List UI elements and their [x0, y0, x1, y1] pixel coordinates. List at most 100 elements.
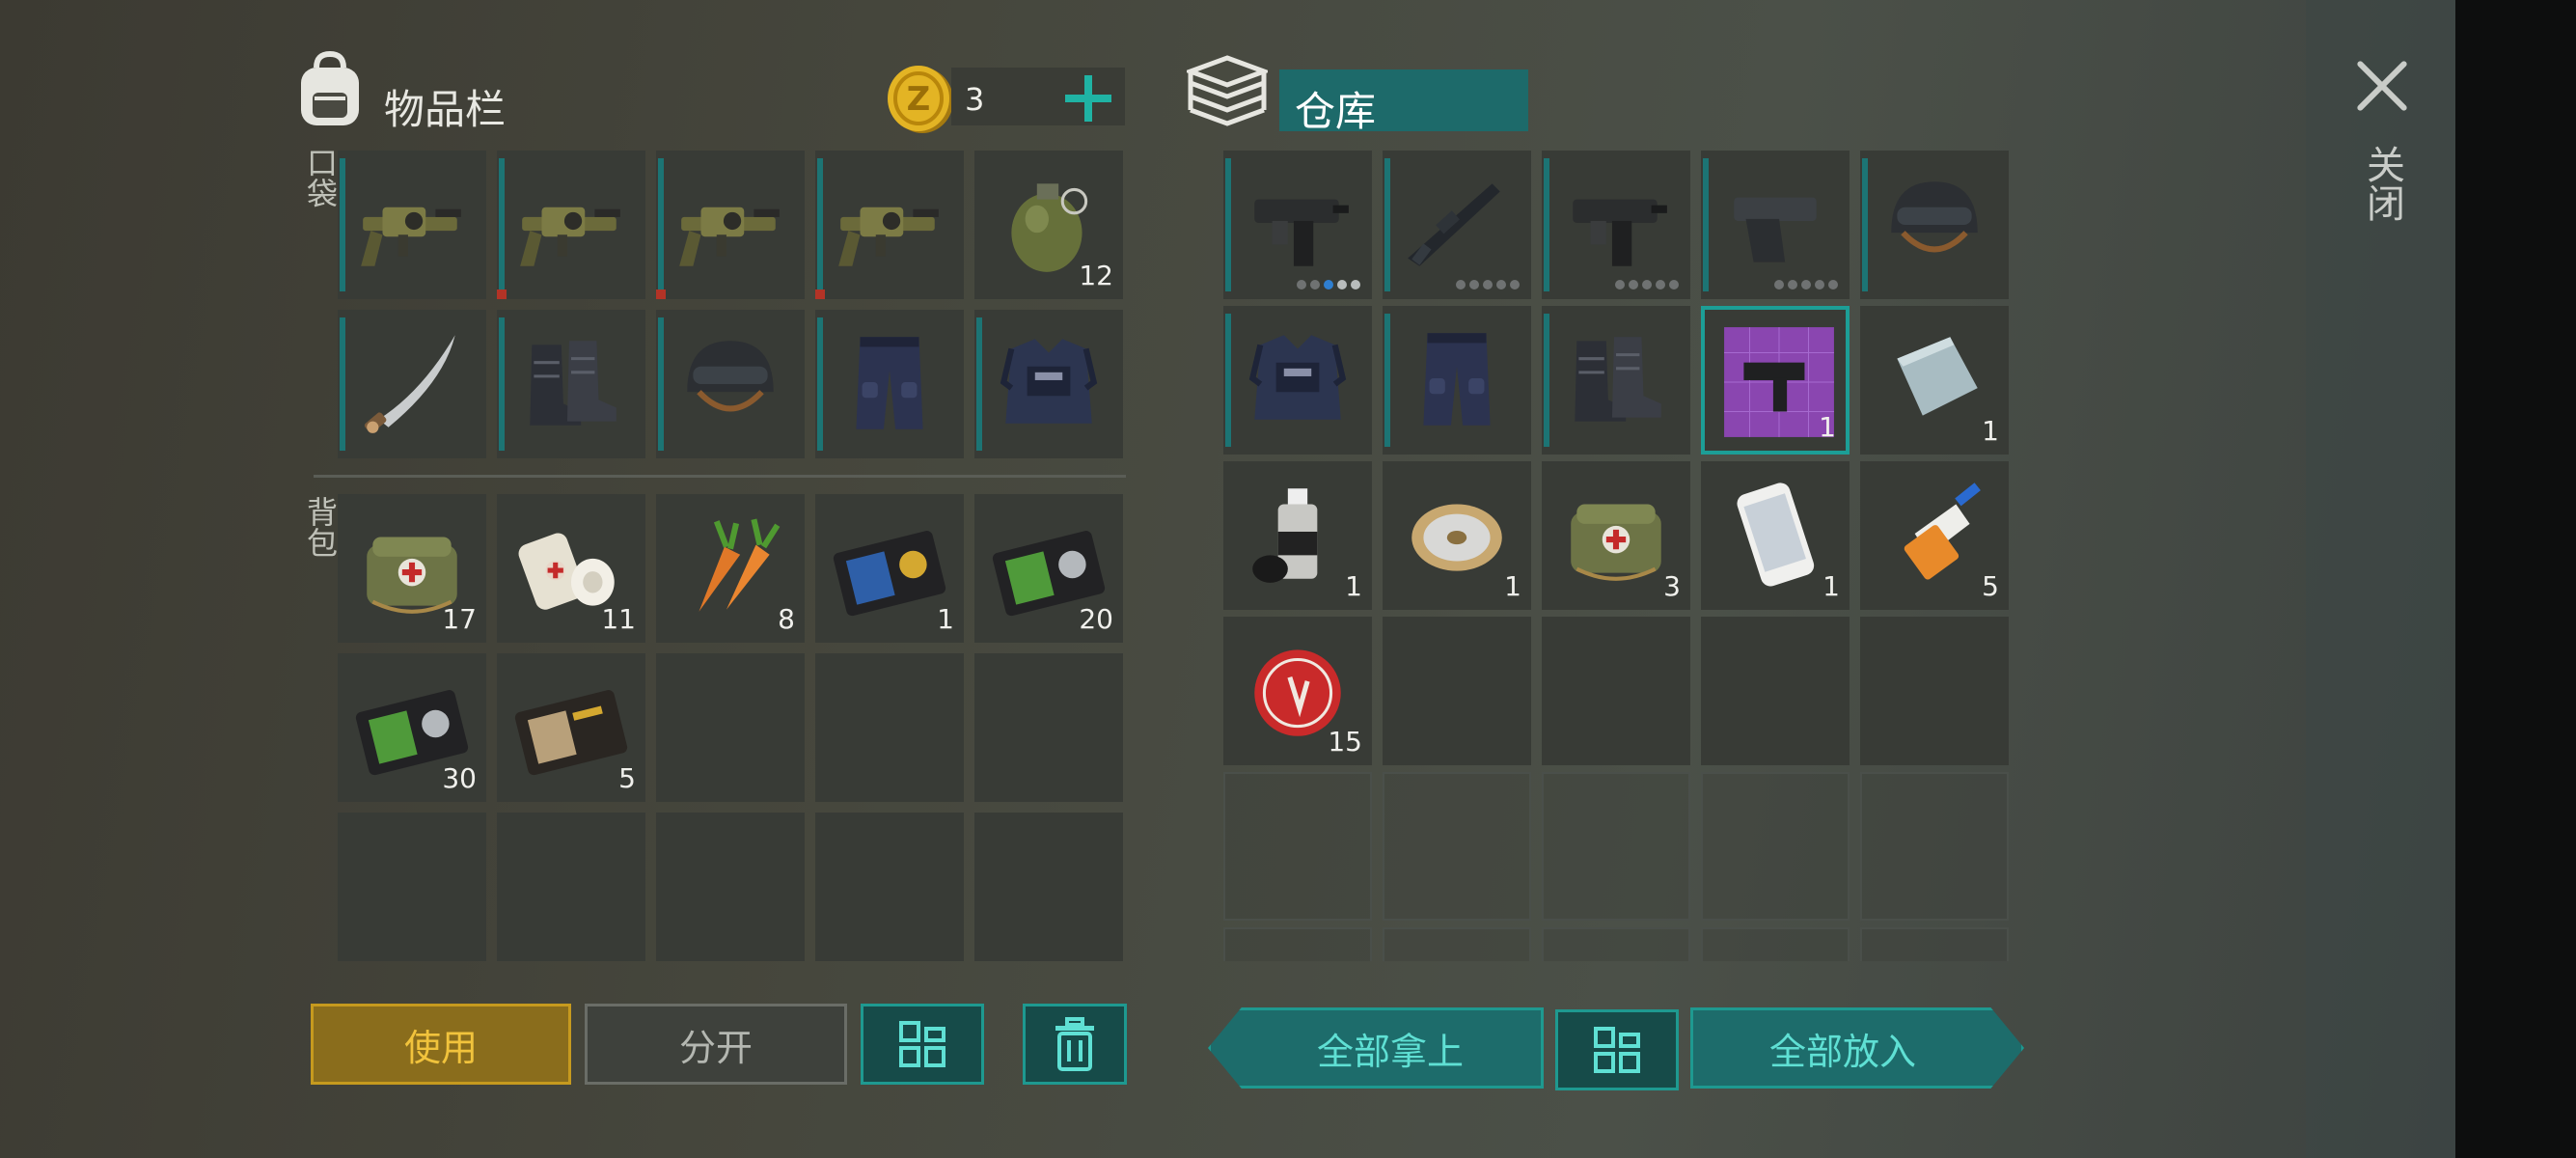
item-quantity: 15	[1328, 726, 1362, 758]
backpack-slot[interactable]: 1	[815, 494, 964, 643]
storage-slot[interactable]: 5	[1860, 461, 2009, 610]
sort-storage-button[interactable]	[1555, 1009, 1679, 1090]
helmet-icon	[671, 323, 789, 441]
backpack-empty-slot[interactable]	[656, 653, 805, 802]
split-button[interactable]: 分开	[585, 1004, 847, 1085]
storage-empty-slot[interactable]	[1383, 617, 1531, 765]
pocket-slot[interactable]	[974, 310, 1123, 458]
storage-empty-slot[interactable]	[1542, 617, 1690, 765]
backpack-empty-slot[interactable]	[974, 813, 1123, 961]
storage-slot[interactable]	[1223, 306, 1372, 455]
storage-empty-slot[interactable]	[1860, 772, 2009, 921]
backpack-empty-slot[interactable]	[338, 813, 486, 961]
storage-slot[interactable]	[1223, 151, 1372, 299]
storage-empty-slot[interactable]	[1701, 927, 1850, 961]
smartphone-icon	[1716, 475, 1834, 593]
storage-empty-slot[interactable]	[1701, 617, 1850, 765]
backpack-slot[interactable]: 5	[497, 653, 645, 802]
storage-slot[interactable]: 1	[1860, 306, 2009, 455]
add-coins-button[interactable]	[1065, 75, 1111, 122]
pocket-label: 口袋	[302, 147, 339, 208]
helmet-icon	[1876, 164, 1993, 282]
storage-slot[interactable]	[1383, 306, 1531, 455]
backpack-empty-slot[interactable]	[974, 653, 1123, 802]
pocket-slot[interactable]	[656, 151, 805, 299]
backpack-empty-slot[interactable]	[656, 813, 805, 961]
storage-empty-slot[interactable]	[1860, 617, 2009, 765]
pocket-slot[interactable]	[656, 310, 805, 458]
ammo-indicator	[1223, 280, 1360, 290]
storage-slot[interactable]	[1860, 151, 2009, 299]
pants-icon	[831, 323, 948, 441]
backpack-slot[interactable]: 17	[338, 494, 486, 643]
boots-icon	[1557, 319, 1675, 437]
storage-empty-slot[interactable]	[1383, 927, 1531, 961]
vest-icon	[990, 323, 1108, 441]
storage-slot[interactable]: 15	[1223, 617, 1372, 765]
storage-boxes-icon	[1187, 55, 1268, 126]
pocket-slot[interactable]	[497, 310, 645, 458]
close-label[interactable]: 关闭	[2359, 145, 2405, 222]
glue-icon	[1876, 475, 1993, 593]
item-quantity: 5	[618, 762, 636, 794]
close-button[interactable]	[2352, 56, 2412, 116]
use-button[interactable]: 使用	[311, 1004, 571, 1085]
storage-slot[interactable]	[1383, 151, 1531, 299]
carrot-icon	[671, 508, 789, 625]
storage-empty-slot[interactable]	[1701, 772, 1850, 921]
backpack-empty-slot[interactable]	[815, 813, 964, 961]
backpack-empty-slot[interactable]	[815, 653, 964, 802]
ammo-indicator	[1383, 280, 1520, 290]
item-quantity: 30	[442, 762, 477, 794]
put-all-button[interactable]: 全部放入	[1690, 1007, 2024, 1089]
item-quantity: 12	[1079, 260, 1113, 291]
storage-empty-slot[interactable]	[1223, 927, 1372, 961]
grid-sort-icon	[899, 1021, 945, 1067]
patrol-badge-icon	[512, 667, 630, 785]
delete-button[interactable]	[1023, 1004, 1127, 1085]
coin-count: 3	[965, 81, 985, 118]
grid-sort-icon	[1594, 1027, 1640, 1073]
backpack-slot[interactable]: 8	[656, 494, 805, 643]
pants-icon	[1398, 319, 1516, 437]
pocket-slot[interactable]	[497, 151, 645, 299]
trash-icon	[1055, 1017, 1094, 1071]
storage-empty-slot[interactable]	[1223, 772, 1372, 921]
backpack-slot[interactable]: 30	[338, 653, 486, 802]
storage-slot[interactable]	[1542, 306, 1690, 455]
metal-plate-icon	[1876, 319, 1993, 437]
storage-empty-slot[interactable]	[1860, 927, 2009, 961]
spray-paint-icon	[1239, 475, 1357, 593]
storage-slot[interactable]	[1542, 151, 1690, 299]
storage-empty-slot[interactable]	[1542, 772, 1690, 921]
z-coin-icon: Z	[888, 66, 953, 133]
pocket-slot[interactable]	[815, 151, 964, 299]
storage-slot[interactable]: 3	[1542, 461, 1690, 610]
inventory-title: 物品栏	[384, 86, 507, 133]
uzi-icon	[1239, 164, 1357, 282]
storage-slot[interactable]	[1701, 151, 1850, 299]
storage-slot[interactable]: 1	[1223, 461, 1372, 610]
put-all-label: 全部放入	[1768, 1030, 1916, 1073]
item-quantity: 20	[1079, 603, 1113, 635]
storage-grid: 1 1 1 1 3 1 5 15	[1218, 149, 2020, 961]
pocket-slot[interactable]	[338, 151, 486, 299]
storage-empty-slot[interactable]	[1542, 927, 1690, 961]
item-quantity: 1	[937, 603, 954, 635]
storage-slot[interactable]: 1	[1701, 306, 1850, 455]
storage-slot[interactable]: 1	[1383, 461, 1531, 610]
pocket-slot[interactable]	[338, 310, 486, 458]
rifle-icon	[1398, 164, 1516, 282]
item-quantity: 5	[1982, 570, 1999, 602]
backpack-slot[interactable]: 20	[974, 494, 1123, 643]
pocket-slot[interactable]: 12	[974, 151, 1123, 299]
backpack-slot[interactable]: 11	[497, 494, 645, 643]
storage-empty-slot[interactable]	[1383, 772, 1531, 921]
storage-slot[interactable]: 1	[1701, 461, 1850, 610]
sort-inventory-button[interactable]	[861, 1004, 984, 1085]
medkit-bag-icon	[1557, 475, 1675, 593]
take-all-button[interactable]: 全部拿上	[1208, 1007, 1544, 1089]
pocket-slot[interactable]	[815, 310, 964, 458]
item-quantity: 3	[1663, 570, 1681, 602]
backpack-empty-slot[interactable]	[497, 813, 645, 961]
